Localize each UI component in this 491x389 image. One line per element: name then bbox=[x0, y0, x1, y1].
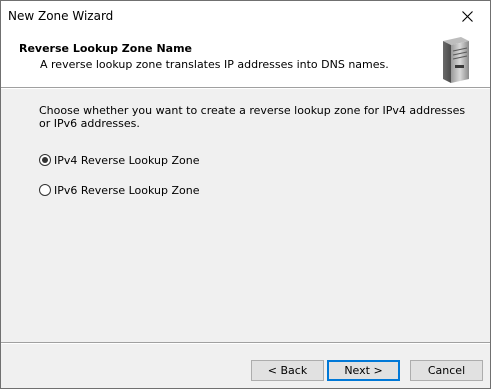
radio-selected-dot bbox=[42, 157, 48, 163]
ipv4-radio[interactable] bbox=[39, 154, 51, 166]
close-icon bbox=[461, 10, 473, 22]
window-title: New Zone Wizard bbox=[8, 9, 114, 23]
wizard-content: Choose whether you want to create a reve… bbox=[1, 89, 490, 342]
wizard-header: Reverse Lookup Zone Name A reverse looku… bbox=[1, 31, 490, 87]
back-button[interactable]: < Back bbox=[251, 360, 324, 381]
page-title: Reverse Lookup Zone Name bbox=[19, 42, 193, 55]
ipv6-label[interactable]: IPv6 Reverse Lookup Zone bbox=[54, 184, 199, 197]
page-subtitle: A reverse lookup zone translates IP addr… bbox=[40, 58, 389, 71]
ipv4-label[interactable]: IPv4 Reverse Lookup Zone bbox=[54, 154, 199, 167]
ipv6-option[interactable]: IPv6 Reverse Lookup Zone bbox=[39, 182, 199, 198]
server-icon bbox=[443, 37, 469, 83]
close-button[interactable] bbox=[444, 1, 490, 31]
ipv6-radio[interactable] bbox=[39, 184, 51, 196]
instruction-text: Choose whether you want to create a reve… bbox=[39, 104, 466, 130]
footer-divider bbox=[1, 342, 490, 344]
title-bar: New Zone Wizard bbox=[1, 1, 490, 31]
new-zone-wizard-dialog: New Zone Wizard Reverse Lookup Zone Name… bbox=[0, 0, 491, 389]
ipv4-option[interactable]: IPv4 Reverse Lookup Zone bbox=[39, 152, 199, 168]
cancel-button[interactable]: Cancel bbox=[410, 360, 483, 381]
next-button[interactable]: Next > bbox=[327, 360, 400, 381]
